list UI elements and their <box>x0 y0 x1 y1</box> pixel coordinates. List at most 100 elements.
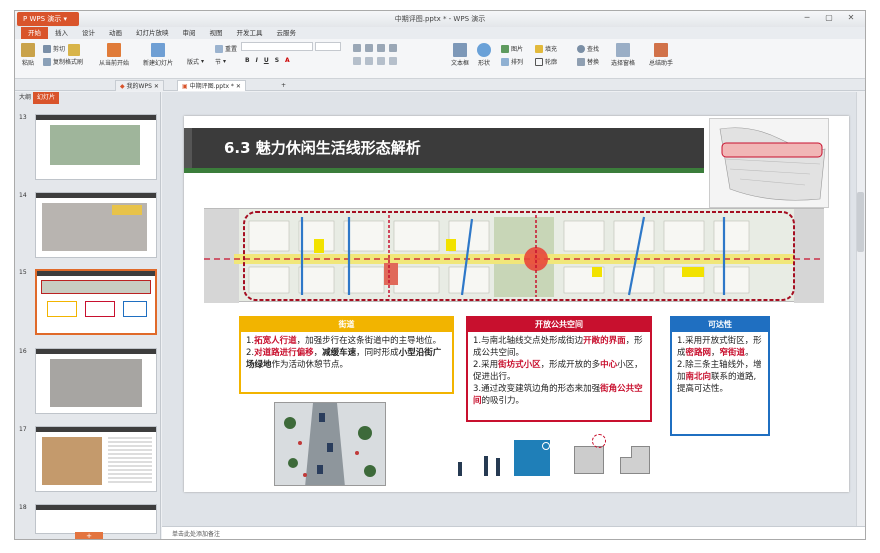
text-run: ，同时形成 <box>356 348 399 358</box>
tab-current-doc-label: 中期评图.pptx * <box>189 83 234 90</box>
paste-button[interactable]: 粘贴 <box>21 43 35 67</box>
close-button[interactable]: ✕ <box>841 12 861 24</box>
layout-button[interactable]: 版式 ▾ <box>187 57 204 66</box>
select-pane-button[interactable]: 选择窗格 <box>611 43 635 67</box>
slide-thumbnail[interactable] <box>35 348 157 414</box>
slide-canvas[interactable]: 6.3 魅力休闲生活线形态解析 街道 1.拓宽人行道，加强步行在这条街道中的主导… <box>184 116 849 492</box>
text-run: 2. <box>246 348 255 358</box>
scrollbar-thumb[interactable] <box>857 192 864 252</box>
thumb-header <box>36 115 156 120</box>
tab-developer[interactable]: 开发工具 <box>230 27 270 39</box>
slide-title[interactable]: 6.3 魅力休闲生活线形态解析 <box>224 137 421 158</box>
underline-button[interactable]: U <box>264 57 269 64</box>
slide-thumbnail[interactable] <box>35 114 157 180</box>
align-center-icon[interactable] <box>365 57 373 65</box>
textbox-label: 文本框 <box>451 60 470 67</box>
add-slide-button[interactable]: + <box>75 532 103 539</box>
slide-thumbnail[interactable] <box>35 192 157 258</box>
maximize-button[interactable]: ▢ <box>819 12 839 24</box>
person-figure <box>458 462 462 476</box>
tab-cloud[interactable]: 云服务 <box>270 27 304 39</box>
title-accent <box>184 128 192 168</box>
slide-thumbnail[interactable] <box>35 426 157 492</box>
street-info-box[interactable]: 街道 1.拓宽人行道，加强步行在这条街道中的主导地位。 2.对道路进行偏移，减缓… <box>239 316 454 394</box>
format-painter-button[interactable]: 格式刷 <box>65 44 83 66</box>
tab-review[interactable]: 审阅 <box>176 27 203 39</box>
new-slide-label: 新建幻灯片 <box>143 60 174 67</box>
tab-my-wps[interactable]: ◆ 我的WPS ✕ <box>115 80 164 91</box>
document-tabs: ◆ 我的WPS ✕ ▣ 中期评图.pptx * ✕ + <box>15 79 865 91</box>
strike-button[interactable]: S <box>275 57 279 64</box>
street-render-image[interactable] <box>274 402 386 486</box>
font-color-button[interactable]: A <box>285 57 290 64</box>
bold-button[interactable]: B <box>245 57 250 64</box>
corner-node-icon <box>542 442 550 450</box>
section-button[interactable]: 节 ▾ <box>215 57 226 66</box>
replace-button[interactable]: 替换 <box>577 57 599 66</box>
line-spacing-icon[interactable] <box>389 44 397 52</box>
title-bar: P WPS 演示 ▾ 中期评图.pptx * - WPS 演示 ─ ▢ ✕ <box>15 11 865 27</box>
tab-view[interactable]: 视图 <box>203 27 230 39</box>
layout-label: 版式 <box>187 59 200 66</box>
close-icon[interactable]: ✕ <box>152 83 159 90</box>
vertical-scrollbar[interactable] <box>856 92 865 526</box>
highlight-text: 南北向 <box>685 372 712 382</box>
arrange-icon <box>501 57 509 66</box>
key-map-image[interactable] <box>709 118 829 208</box>
copy-icon <box>43 57 51 66</box>
slide-thumbnail-selected[interactable] <box>35 269 157 335</box>
assistant-button[interactable]: 总结助手 <box>649 43 673 67</box>
close-icon[interactable]: ✕ <box>234 83 241 90</box>
accessibility-info-box[interactable]: 可达性 1.采用开放式街区，形成密路网，窄街道。 2.除三条主轴线外，增加南北向… <box>670 316 770 436</box>
fill-label: 填充 <box>545 46 558 53</box>
arrange-label: 排列 <box>511 59 524 66</box>
section-label: 节 <box>215 59 222 66</box>
highlight-text: 中心 <box>600 360 618 370</box>
site-plan-image[interactable] <box>204 208 824 303</box>
tab-outline[interactable]: 大纲 <box>19 92 31 104</box>
slide-thumbnail[interactable] <box>35 504 157 534</box>
bold-text: 减缓车速 <box>322 348 357 358</box>
key-map-drawing <box>719 127 826 201</box>
picture-button[interactable]: 图片 <box>501 44 523 53</box>
tab-slides[interactable]: 幻灯片 <box>33 92 60 104</box>
indent-icon[interactable] <box>377 44 385 52</box>
outline-button[interactable]: 轮廓 <box>535 57 557 66</box>
tab-home[interactable]: 开始 <box>21 27 48 39</box>
font-name-select[interactable] <box>241 42 313 51</box>
align-left-icon[interactable] <box>353 57 361 65</box>
person-figure <box>484 456 488 476</box>
font-size-select[interactable] <box>315 42 341 51</box>
find-button[interactable]: 查找 <box>577 44 599 53</box>
select-pane-label: 选择窗格 <box>611 60 636 67</box>
textbox-button[interactable]: 文本框 <box>451 43 469 67</box>
bullets-icon[interactable] <box>353 44 361 52</box>
italic-button[interactable]: I <box>256 57 258 64</box>
minimize-button[interactable]: ─ <box>797 12 817 24</box>
cut-button[interactable]: 剪切 <box>43 44 65 53</box>
tab-slideshow[interactable]: 幻灯片放映 <box>129 27 176 39</box>
new-tab-button[interactable]: + <box>277 80 290 91</box>
numbering-icon[interactable] <box>365 44 373 52</box>
from-current-button[interactable]: 从当前开始 <box>99 43 129 67</box>
tab-insert[interactable]: 插入 <box>48 27 75 39</box>
arrange-button[interactable]: 排列 <box>501 57 523 66</box>
street-box-header: 街道 <box>241 318 452 332</box>
tab-design[interactable]: 设计 <box>75 27 102 39</box>
shape-button[interactable]: 形状 <box>477 43 491 67</box>
tab-current-doc[interactable]: ▣ 中期评图.pptx * ✕ <box>177 80 246 91</box>
new-slide-button[interactable]: 新建幻灯片 <box>143 43 173 67</box>
open-space-info-box[interactable]: 开放公共空间 1.与南北轴线交点处形成街边开敞的界面，形成公共空间。 2.采用街… <box>466 316 652 422</box>
cut-label: 剪切 <box>53 46 66 53</box>
copy-button[interactable]: 复制 <box>43 57 65 66</box>
thumb-plan <box>41 280 151 294</box>
notes-pane[interactable]: 单击此处添加备注 <box>162 526 865 539</box>
align-right-icon[interactable] <box>377 57 385 65</box>
fill-button[interactable]: 填充 <box>535 44 557 53</box>
reset-button[interactable]: 重置 <box>215 44 237 53</box>
thumb-image <box>50 359 142 407</box>
title-underline <box>184 168 704 173</box>
accessibility-box-header: 可达性 <box>672 318 768 332</box>
justify-icon[interactable] <box>389 57 397 65</box>
tab-animation[interactable]: 动画 <box>102 27 129 39</box>
